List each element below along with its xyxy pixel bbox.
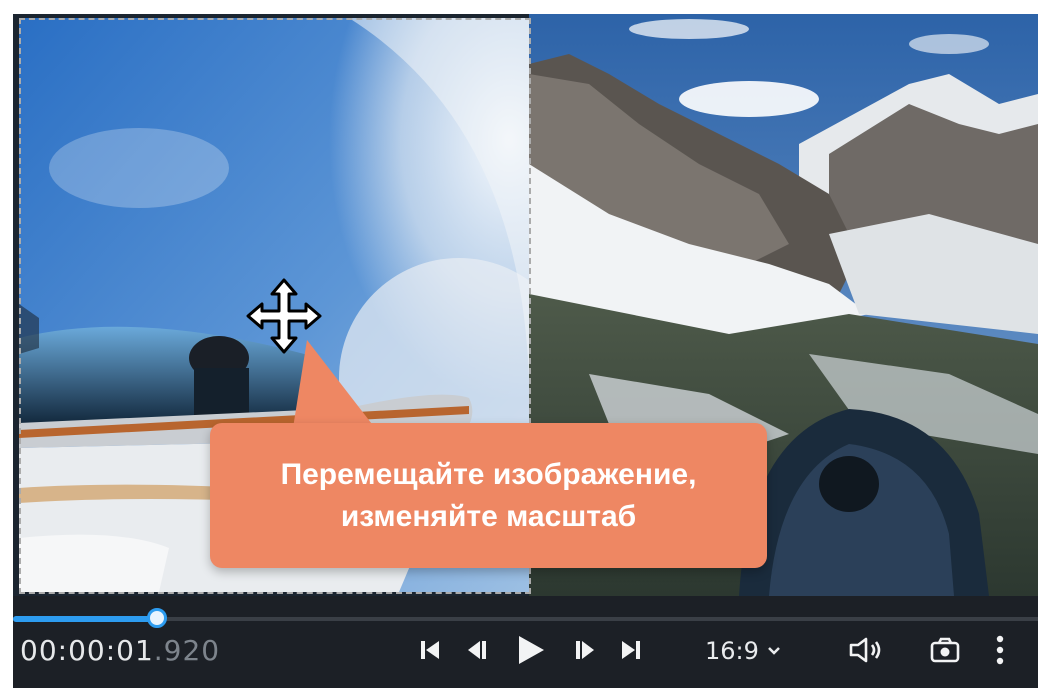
previous-frame-button[interactable] — [466, 634, 490, 666]
seek-progress — [13, 616, 157, 622]
volume-icon — [849, 637, 881, 663]
more-options-button[interactable] — [992, 634, 1008, 666]
snapshot-camera-icon — [930, 637, 960, 663]
preview-viewport: Перемещайте изображение, изменяйте масшт… — [13, 14, 1038, 596]
timecode-main: 00:00:01 — [20, 634, 154, 667]
next-frame-button[interactable] — [572, 634, 596, 666]
timecode-milliseconds: .920 — [153, 634, 221, 667]
snapshot-button[interactable] — [928, 634, 962, 666]
previous-frame-icon — [468, 641, 486, 659]
skip-to-start-button[interactable] — [418, 634, 442, 666]
hint-tooltip: Перемещайте изображение, изменяйте масшт… — [210, 423, 767, 568]
video-player: Перемещайте изображение, изменяйте масшт… — [13, 14, 1038, 688]
volume-button[interactable] — [846, 634, 886, 666]
aspect-ratio-value: 16:9 — [705, 637, 759, 665]
timecode: 00:00:01.920 — [20, 634, 220, 667]
next-frame-icon — [576, 641, 594, 659]
chevron-down-icon — [768, 647, 780, 655]
play-button[interactable] — [516, 634, 546, 666]
skip-to-start-icon — [421, 641, 439, 659]
play-icon — [519, 636, 544, 664]
seek-bar[interactable] — [13, 608, 1038, 630]
aspect-ratio-dropdown[interactable]: 16:9 — [705, 637, 781, 665]
tooltip-line-2: изменяйте масштаб — [340, 499, 637, 533]
skip-to-end-icon — [622, 641, 640, 659]
tooltip-line-1: Перемещайте изображение, — [280, 457, 697, 491]
more-vertical-icon — [996, 635, 1004, 665]
skip-to-end-button[interactable] — [619, 634, 643, 666]
seek-handle[interactable] — [147, 608, 167, 628]
move-cursor-icon[interactable] — [244, 276, 324, 356]
